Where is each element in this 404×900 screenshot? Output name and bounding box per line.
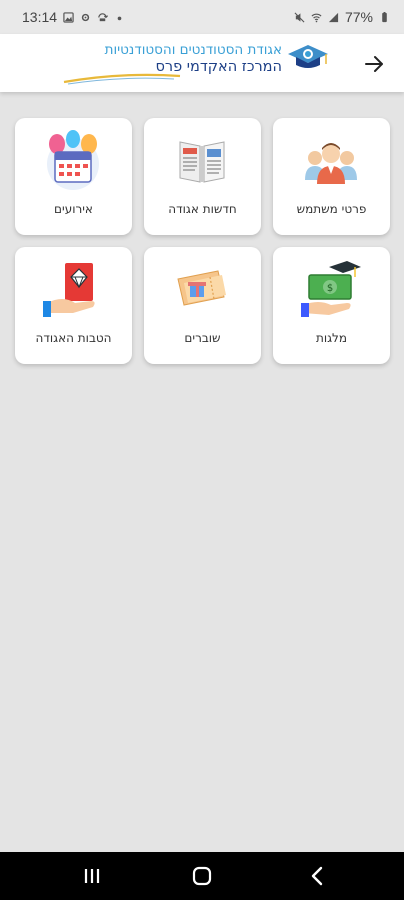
tile-label: שוברים <box>184 331 221 345</box>
tile-label: אירועים <box>54 202 93 216</box>
scholarship-money-icon: $ <box>301 261 361 317</box>
org-name-line1: אגודת הסטודנטים והסטודנטיות <box>104 42 282 58</box>
tile-vouchers[interactable]: שוברים <box>144 247 261 364</box>
graduation-cap-emblem-icon <box>288 45 328 68</box>
sync-icon <box>98 12 109 21</box>
tile-label: פרטי משתמש <box>296 202 367 216</box>
back-icon[interactable] <box>306 864 330 888</box>
dot-icon <box>117 16 122 20</box>
tile-union-benefits[interactable]: הטבות האגודה <box>15 247 132 364</box>
tile-events[interactable]: אירועים <box>15 118 132 235</box>
gift-hand-icon <box>43 263 95 317</box>
logo-swoosh-icon <box>63 73 181 85</box>
tile-user-details[interactable]: פרטי משתמש <box>273 118 390 235</box>
tile-scholarships[interactable]: $ מלגות <box>273 247 390 364</box>
recents-icon[interactable] <box>80 864 104 888</box>
battery-percent: 77% <box>344 9 373 25</box>
arrow-right-icon[interactable] <box>362 52 386 76</box>
app-header: אגודת הסטודנטים והסטודנטיות המרכז האקדמי… <box>0 34 404 92</box>
calendar-balloons-icon <box>47 130 99 190</box>
tile-label: חדשות אגודה <box>168 202 237 216</box>
svg-text:$: $ <box>327 283 333 294</box>
org-logo: אגודת הסטודנטים והסטודנטיות המרכז האקדמי… <box>62 40 330 88</box>
home-icon[interactable] <box>190 864 214 888</box>
wifi-icon <box>311 13 322 22</box>
system-nav-bar <box>0 852 404 900</box>
users-icon <box>305 143 357 184</box>
settings-icon <box>81 13 90 21</box>
gallery-icon <box>63 11 74 23</box>
voucher-gift-icon <box>177 270 226 306</box>
signal-icon <box>328 12 339 22</box>
mute-icon <box>294 12 305 22</box>
tile-label: הטבות האגודה <box>35 331 112 345</box>
tile-label: מלגות <box>315 331 348 345</box>
newspaper-icon <box>179 141 225 183</box>
status-bar: 13:14 77% <box>0 0 404 34</box>
status-time: 13:14 <box>22 9 58 25</box>
battery-icon <box>382 11 387 22</box>
tile-union-news[interactable]: חדשות אגודה <box>144 118 261 235</box>
